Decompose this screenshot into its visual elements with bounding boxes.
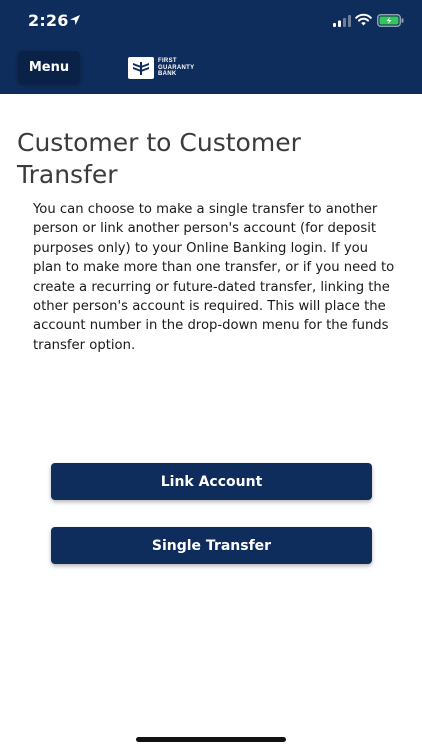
app-header: 2:26 Menu FIRST GUARANTY BANK — [0, 0, 422, 94]
bank-logo-mark-icon — [128, 57, 154, 79]
location-arrow-icon — [70, 15, 80, 25]
cellular-signal-icon — [333, 15, 351, 27]
status-time: 2:26 — [28, 11, 69, 30]
link-account-button[interactable]: Link Account — [51, 463, 372, 500]
wifi-icon — [355, 13, 372, 26]
bank-logo-text: FIRST GUARANTY BANK — [158, 58, 194, 78]
transfer-description: You can choose to make a single transfer… — [33, 202, 395, 353]
bank-logo: FIRST GUARANTY BANK — [128, 57, 194, 79]
home-indicator[interactable] — [136, 737, 286, 742]
single-transfer-button[interactable]: Single Transfer — [51, 527, 372, 564]
page-title: Customer to Customer Transfer — [17, 128, 301, 189]
status-bar: 2:26 — [0, 0, 422, 44]
logo-line-bank: BANK — [158, 71, 177, 78]
battery-charging-icon — [377, 14, 404, 27]
menu-button[interactable]: Menu — [18, 51, 80, 83]
